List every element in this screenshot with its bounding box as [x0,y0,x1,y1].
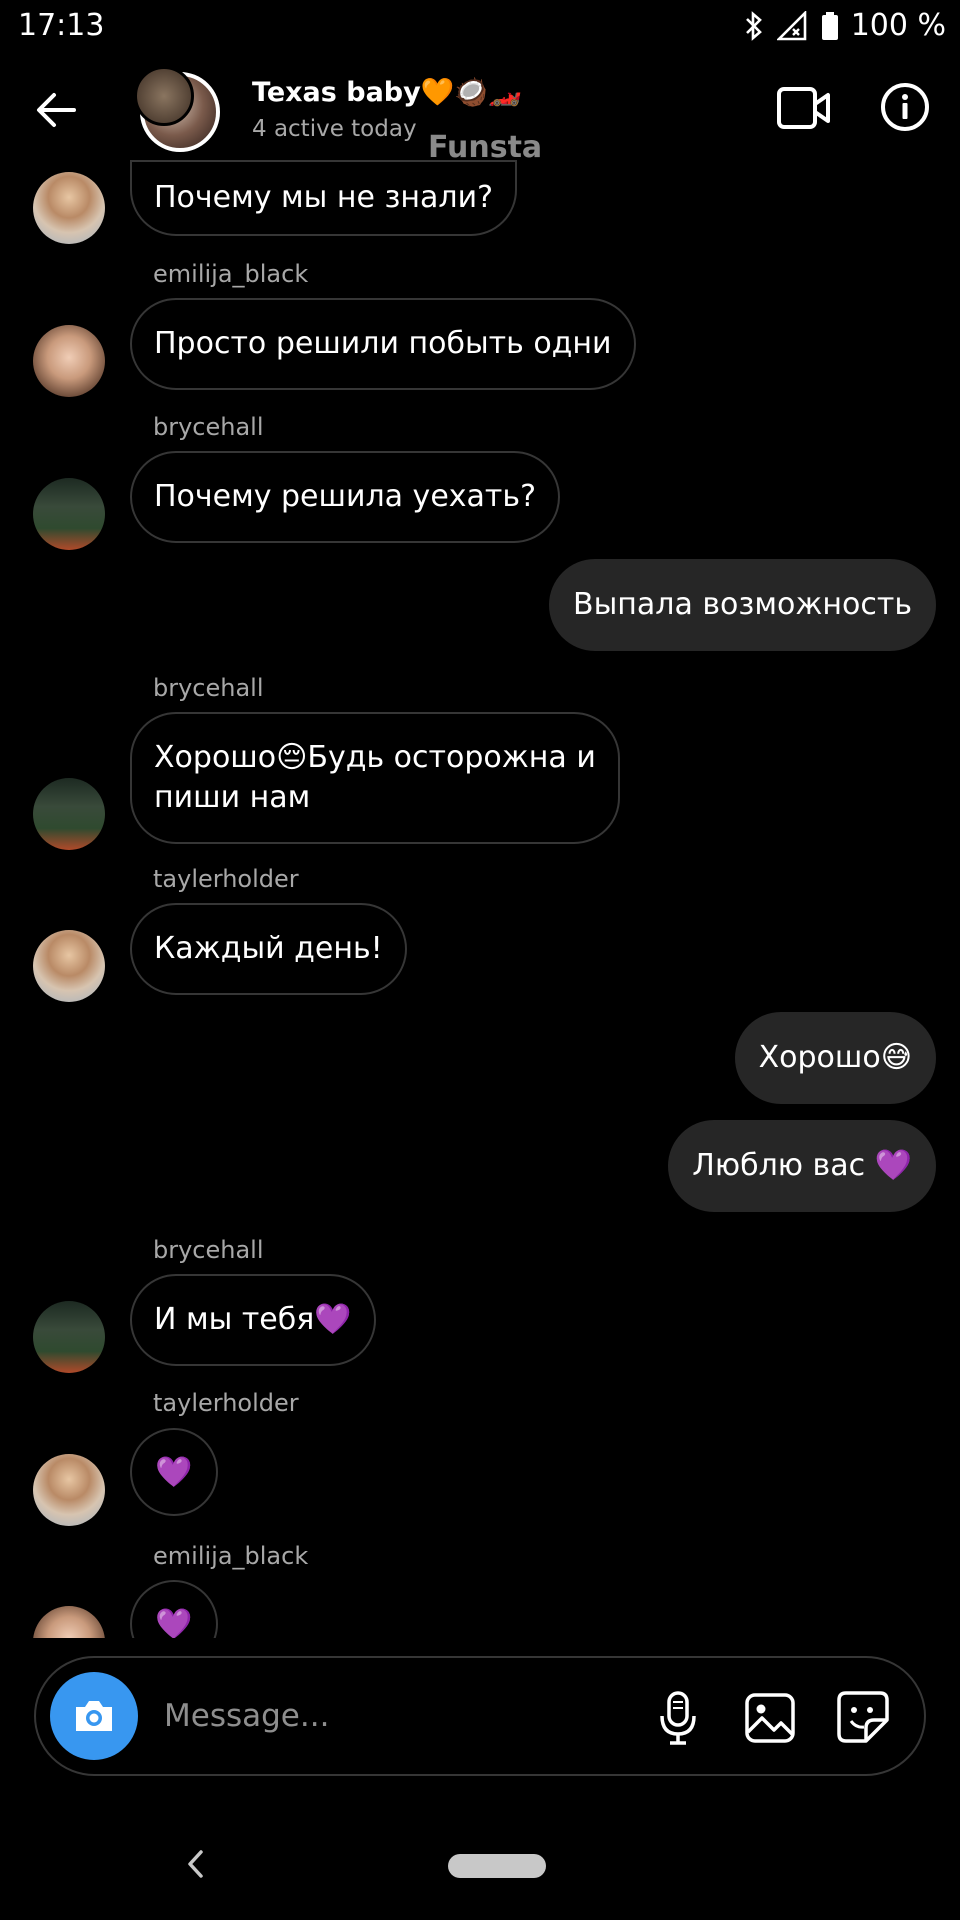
sender-name: brycehall [153,674,264,702]
group-avatar-secondary [134,66,194,126]
message-text-line-2: пиши нам [154,780,311,815]
message-text: Просто решили побыть одни [154,326,612,361]
sender-name: taylerholder [153,865,299,893]
message-text: 💜 [155,1454,193,1490]
camera-button[interactable] [50,1672,138,1760]
heart-reaction-message[interactable]: 💜 [130,1428,218,1516]
camera-icon [76,1701,112,1731]
message-bubble-outgoing[interactable]: Люблю вас 💜 [668,1120,936,1212]
avatar-emilija-black[interactable] [33,1606,105,1638]
chat-title[interactable]: Texas baby🧡🥥🏎️ [252,76,522,108]
message-text: Выпала возможность [573,587,912,622]
sticker-icon[interactable] [836,1690,890,1744]
message-bubble-incoming[interactable]: Просто решили побыть одни [130,298,636,390]
video-call-icon[interactable] [776,84,832,132]
avatar-brycehall[interactable] [33,478,105,550]
signal-icon [776,10,806,40]
battery-level: 100 % [850,8,946,43]
message-text: Хорошо😅 [758,1040,912,1075]
chat-header: Texas baby🧡🥥🏎️ 4 active today Funsta [0,60,960,165]
message-text: Каждый день! [154,931,383,966]
sender-name: brycehall [153,1236,264,1264]
status-bar: 17:13 100 % [0,0,960,56]
message-bubble-outgoing[interactable]: Хорошо😅 [734,1012,936,1104]
message-text: И мы тебя💜 [154,1302,352,1337]
avatar-taylerholder[interactable] [33,1454,105,1526]
message-input[interactable] [164,1688,644,1744]
message-bubble-outgoing[interactable]: Выпала возможность [549,559,936,651]
message-text: Почему мы не знали? [154,180,494,215]
gallery-icon[interactable] [744,1692,796,1744]
avatar-brycehall[interactable] [33,1301,105,1373]
info-icon[interactable] [880,82,930,132]
avatar-taylerholder[interactable] [33,930,105,1002]
bluetooth-icon [745,10,762,41]
message-text: Люблю вас 💜 [692,1148,912,1183]
avatar-taylerholder[interactable] [33,172,105,244]
message-bubble-incoming[interactable]: Каждый день! [130,903,407,995]
active-status: 4 active today [252,116,417,142]
home-pill-icon[interactable] [448,1854,546,1878]
message-list[interactable]: Почему мы не знали? emilija_black Просто… [0,160,960,1638]
message-text: 💜 [155,1606,193,1639]
nav-back-icon[interactable] [184,1848,206,1880]
message-bubble-incoming[interactable]: Хорошо😔Будь осторожна и пиши нам [130,712,620,844]
group-avatar[interactable] [134,66,220,152]
message-composer [34,1656,926,1776]
message-bubble-incoming[interactable]: Почему мы не знали? [130,160,518,236]
microphone-icon[interactable] [656,1690,700,1746]
battery-icon [821,11,838,40]
avatar-brycehall[interactable] [33,778,105,850]
sender-name: brycehall [153,413,264,441]
status-time: 17:13 [18,8,105,43]
message-text-line-1: Хорошо😔Будь осторожна и [154,740,596,775]
sender-name: emilija_black [153,260,309,288]
message-text: Почему решила уехать? [154,479,536,514]
back-arrow-icon[interactable] [32,86,80,134]
message-bubble-incoming[interactable]: Почему решила уехать? [130,451,560,543]
sender-name: taylerholder [153,1389,299,1417]
status-icons: 100 % [743,8,946,43]
avatar-emilija-black[interactable] [33,325,105,397]
sender-name: emilija_black [153,1542,309,1570]
message-bubble-incoming[interactable]: И мы тебя💜 [130,1274,376,1366]
heart-reaction-message[interactable]: 💜 [130,1580,218,1638]
